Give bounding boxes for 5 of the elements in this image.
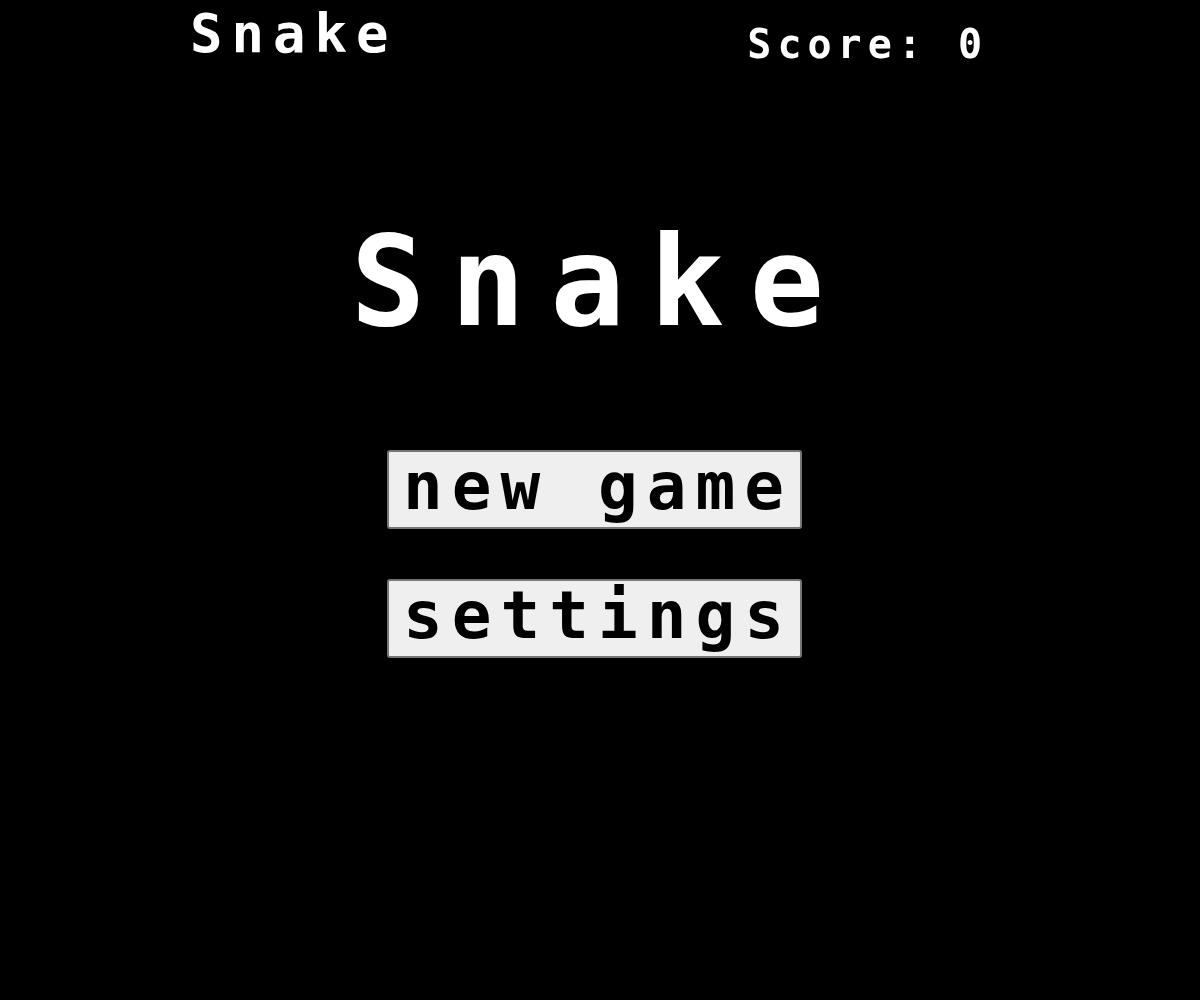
header-title: Snake bbox=[190, 7, 398, 61]
game-title: Snake bbox=[350, 220, 850, 344]
menu-button[interactable]: settings bbox=[386, 579, 802, 658]
menu-button[interactable]: new game bbox=[386, 450, 802, 529]
score-text: Score: 0 bbox=[747, 24, 988, 64]
